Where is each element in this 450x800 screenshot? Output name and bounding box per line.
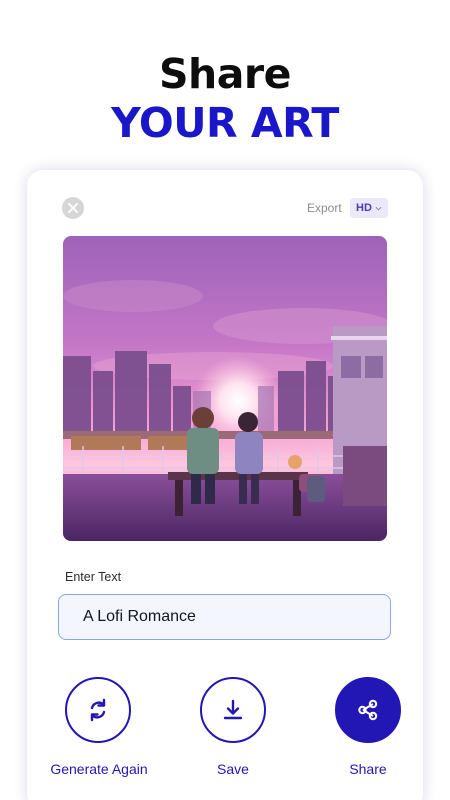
art-title-input[interactable] [58,594,391,640]
chevron-down-icon [375,206,382,211]
close-icon [68,203,78,213]
generate-again-button[interactable] [65,677,131,743]
share-icon [358,699,378,721]
refresh-icon [90,698,106,722]
quality-select-value: HD [356,202,372,214]
quality-select[interactable]: HD [350,198,388,218]
share-button[interactable] [335,677,401,743]
artwork-image [63,236,387,541]
save-button[interactable] [200,677,266,743]
headline-share: Share [159,50,291,98]
lofi-romance-artwork [63,236,387,541]
text-field-label: Enter Text [65,570,122,584]
share-label: Share [349,761,387,777]
headline-your-art: YOUR ART [111,99,339,147]
export-label: Export [307,201,342,215]
generate-again-label: Generate Again [50,761,148,777]
download-icon [223,699,243,720]
close-button[interactable] [62,197,84,219]
save-label: Save [217,761,249,777]
